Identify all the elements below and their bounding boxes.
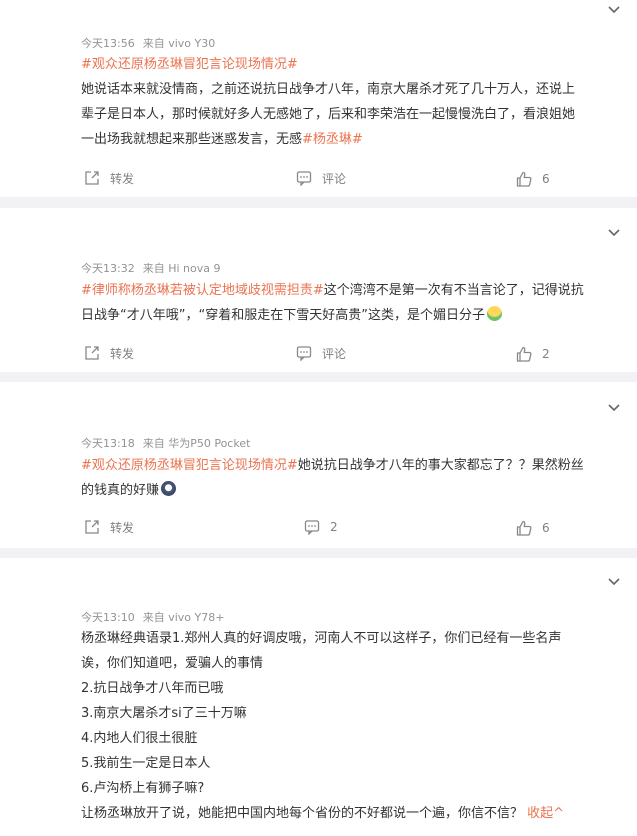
post-meta: 今天13:32 来自 Hi nova 9 <box>81 262 220 276</box>
hashtag-link[interactable]: #律师称杨丞琳若被认定地域歧视需担责# <box>81 283 324 298</box>
post-text-line: 3.南京大屠杀才si了三十万嘛 <box>81 706 247 721</box>
post-text-line: 让杨丞琳放开了说，她能把中国内地每个省份的不好都说一个遍，你信不信？ <box>81 806 524 821</box>
repost-button[interactable]: 转发 <box>84 518 134 536</box>
comment-button[interactable]: 评论 <box>296 169 346 187</box>
post-text: #观众还原杨丞琳冒犯言论现场情况#她说抗日战争才八年的事大家都忘了？？果然粉丝 … <box>81 453 621 503</box>
post-card: 今天13:18 来自 华为P50 Pocket #观众还原杨丞琳冒犯言论现场情况#… <box>0 382 637 548</box>
hashtag-link[interactable]: #杨丞琳# <box>302 132 363 147</box>
repost-icon <box>85 520 99 534</box>
comment-label: 评论 <box>322 346 347 361</box>
post-source: 来自 Hi nova 9 <box>142 262 221 275</box>
hashtag-link[interactable]: #观众还原杨丞琳冒犯言论现场情况# <box>81 458 298 473</box>
post-card: 今天13:32 来自 Hi nova 9 #律师称杨丞琳若被认定地域歧视需担责#这… <box>0 208 637 372</box>
post-text-line: 6.卢沟桥上有狮子嘛? <box>81 781 205 796</box>
post-time: 今天13:32 <box>81 262 135 275</box>
comment-label: 评论 <box>322 171 347 186</box>
post-text-line: 4.内地人们很土很脏 <box>81 731 198 746</box>
post-text-line: 的钱真的好赚 <box>81 483 160 498</box>
comment-icon <box>296 346 312 361</box>
emoji-icon <box>161 481 177 496</box>
comment-icon <box>304 520 320 535</box>
post-text-line: 一出场我就想起来那些迷惑发言，无感 <box>81 132 303 147</box>
post-card: 今天13:56 来自 vivo Y30 #观众还原杨丞琳冒犯言论现场情况# 她说话… <box>0 0 637 197</box>
post-text-line: 这个湾湾不是第一次有不当言论了，记得说抗 <box>323 283 584 298</box>
chevron-down-icon[interactable] <box>607 228 621 238</box>
post-text: #律师称杨丞琳若被认定地域歧视需担责#这个湾湾不是第一次有不当言论了，记得说抗 … <box>81 278 621 328</box>
post-source: 来自 华为P50 Pocket <box>142 437 251 450</box>
repost-icon <box>85 171 99 185</box>
repost-label: 转发 <box>110 171 135 186</box>
post-text: #观众还原杨丞琳冒犯言论现场情况# 她说话本来就没情商，之前还说抗日战争才八年，… <box>81 52 621 152</box>
post-text-line: 她说抗日战争才八年的事大家都忘了？？果然粉丝 <box>297 458 584 473</box>
post-text-line: 5.我前生一定是日本人 <box>81 756 211 771</box>
chevron-down-icon[interactable] <box>607 577 621 587</box>
chevron-down-icon[interactable] <box>607 5 621 15</box>
comment-count: 2 <box>330 520 338 534</box>
post-meta: 今天13:10 来自 vivo Y78+ <box>81 611 224 625</box>
post-card: 今天13:10 来自 vivo Y78+ 杨丞琳经典语录1.郑州人真的好调皮哦，河… <box>0 558 637 836</box>
collapse-link[interactable]: 收起^ <box>527 806 564 821</box>
comment-button[interactable]: 评论 <box>296 344 346 362</box>
post-text-line: 她说话本来就没情商，之前还说抗日战争才八年，南京大屠杀才死了几十万人，还说上 <box>81 82 576 97</box>
comment-icon <box>296 171 312 186</box>
thumbs-up-icon <box>516 171 532 187</box>
thumbs-up-icon <box>516 346 532 362</box>
post-text-line: 诶，你们知道吧，爱骗人的事情 <box>81 656 264 671</box>
like-button[interactable]: 6 <box>516 519 550 537</box>
repost-label: 转发 <box>110 346 135 361</box>
post-text-line: 杨丞琳经典语录1.郑州人真的好调皮哦，河南人不可以这样子，你们已经有一些名声 <box>81 631 562 646</box>
like-count: 6 <box>542 172 550 186</box>
repost-label: 转发 <box>110 520 135 535</box>
post-meta: 今天13:56 来自 vivo Y30 <box>81 37 215 51</box>
post-time: 今天13:18 <box>81 437 135 450</box>
like-count: 6 <box>542 521 550 535</box>
like-button[interactable]: 2 <box>516 345 550 363</box>
vomit-emoji-icon <box>486 306 502 321</box>
post-text-line: 辈子是日本人，那时候就好多人无感她了，后来和李荣浩在一起慢慢洗白了，看浪姐她 <box>81 107 576 122</box>
repost-button[interactable]: 转发 <box>84 344 134 362</box>
post-source: 来自 vivo Y78+ <box>142 611 225 624</box>
comment-button[interactable]: 2 <box>304 518 338 536</box>
post-time: 今天13:56 <box>81 37 135 50</box>
post-time: 今天13:10 <box>81 611 135 624</box>
post-source: 来自 vivo Y30 <box>142 37 216 50</box>
like-button[interactable]: 6 <box>516 170 550 188</box>
hashtag-link[interactable]: #观众还原杨丞琳冒犯言论现场情况# <box>81 57 298 72</box>
post-text: 杨丞琳经典语录1.郑州人真的好调皮哦，河南人不可以这样子，你们已经有一些名声 诶… <box>81 626 621 826</box>
thumbs-up-icon <box>516 520 532 536</box>
chevron-down-icon[interactable] <box>607 403 621 413</box>
post-text-line: 2.抗日战争才八年而已哦 <box>81 681 224 696</box>
repost-icon <box>85 346 99 360</box>
repost-button[interactable]: 转发 <box>84 169 134 187</box>
post-meta: 今天13:18 来自 华为P50 Pocket <box>81 437 250 451</box>
post-text-line: 日战争“才八年哦”，“穿着和服走在下雪天好高贵”这类，是个媚日分子 <box>81 308 485 323</box>
like-count: 2 <box>542 347 550 361</box>
